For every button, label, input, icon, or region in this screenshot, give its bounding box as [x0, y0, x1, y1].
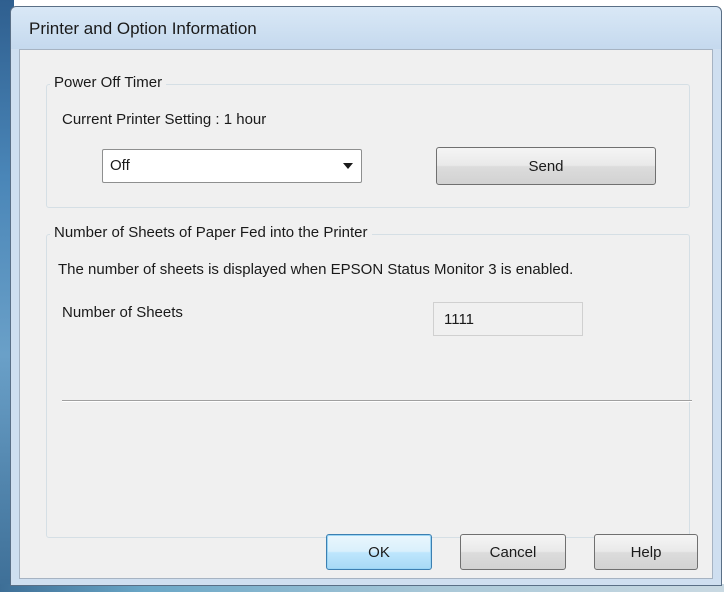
- power-off-timer-selected-value: Off: [110, 157, 130, 174]
- power-off-timer-legend: Power Off Timer: [50, 74, 167, 91]
- divider: [62, 400, 692, 402]
- number-of-sheets-label: Number of Sheets: [62, 304, 183, 321]
- screen: Printer and Option Information Power Off…: [0, 0, 724, 592]
- send-button[interactable]: Send: [436, 147, 656, 185]
- window-title: Printer and Option Information: [29, 19, 257, 38]
- sheets-info-text: The number of sheets is displayed when E…: [58, 261, 574, 278]
- current-printer-setting-label: Current Printer Setting : 1 hour: [62, 111, 267, 128]
- help-button[interactable]: Help: [594, 534, 698, 570]
- power-off-timer-select[interactable]: Off: [102, 149, 362, 183]
- ok-button[interactable]: OK: [326, 534, 432, 570]
- cancel-button[interactable]: Cancel: [460, 534, 566, 570]
- sheets-legend: Number of Sheets of Paper Fed into the P…: [50, 224, 372, 241]
- dialog-body: Power Off Timer Current Printer Setting …: [19, 49, 713, 579]
- chevron-down-icon[interactable]: [343, 163, 353, 169]
- title-bar[interactable]: Printer and Option Information: [11, 7, 721, 49]
- number-of-sheets-value: 1111: [444, 311, 475, 328]
- power-off-timer-group: [46, 84, 690, 208]
- sheets-group: [46, 234, 690, 538]
- number-of-sheets-field: 1111: [433, 302, 583, 336]
- dialog-window: Printer and Option Information Power Off…: [10, 6, 722, 586]
